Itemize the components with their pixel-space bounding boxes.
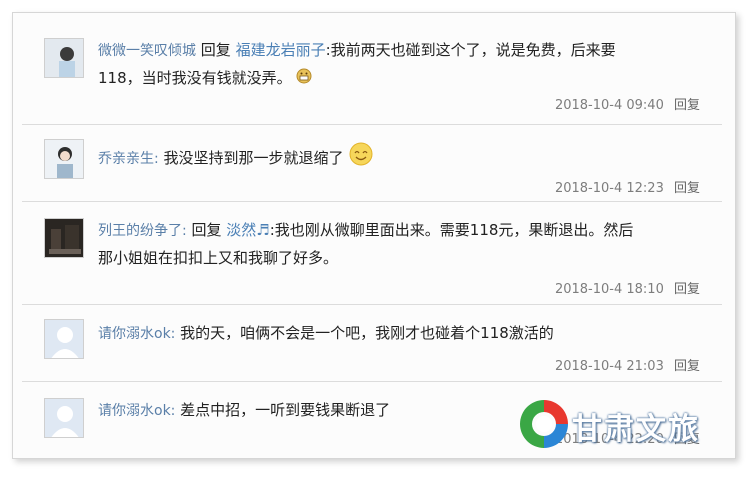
timestamp: 2018-10-4 12:23 [554,181,664,196]
avatar[interactable] [44,38,84,78]
comment-body: 我没坚持到那一步就退缩了 [163,149,344,167]
comment-text: 微微一笑叹倾城 回复 福建龙岩丽子:我前两天也碰到这个了，说是免费，后来要 [98,36,692,65]
timestamp: 2018-10-4 18:10 [554,282,664,297]
comment-item: 请你溺水ok: 我的天，咱俩不会是一个吧，我刚才也碰着个118激活的 2018-… [22,305,722,382]
comment-meta: 2018-10-4 09:40 回复 [555,94,700,113]
user-photo-icon [45,219,83,257]
comment-item: 微微一笑叹倾城 回复 福建龙岩丽子:我前两天也碰到这个了，说是免费，后来要 11… [22,22,722,125]
comment-meta: 2018-10-4 18:10 回复 [555,278,700,297]
comment-text: 列王的纷争了: 回复 淡然♬:我也刚从微聊里面出来。需要118元，果断退出。然后 [98,216,692,245]
brand-swirl-icon [520,400,568,448]
watermark-logo: 甘肃文旅 [516,394,728,454]
comment-item: 列王的纷争了: 回复 淡然♬:我也刚从微聊里面出来。需要118元，果断退出。然后… [22,202,722,305]
avatar[interactable] [44,319,84,359]
reply-prefix: 回复 [200,41,231,59]
avatar[interactable] [44,398,84,438]
timestamp: 2018-10-4 09:40 [554,98,664,113]
username-link[interactable]: 请你溺水ok: [98,326,175,342]
comment-text-cont: 那小姐姐在扣扣上又和我聊了好多。 [98,244,692,272]
smile-emoji-icon [348,141,374,176]
comment-body: 差点中招，一听到要钱果断退了 [180,401,391,419]
user-photo-icon [45,39,83,77]
username-link[interactable]: 列王的纷争了: [98,223,187,239]
comment-body: 118，当时我没有钱就没弄。 [98,69,292,87]
comment-text-cont: 118，当时我没有钱就没弄。 [98,64,692,93]
username-link[interactable]: 请你溺水ok: [98,403,175,419]
comment-body: 那小姐姐在扣扣上又和我聊了好多。 [98,249,339,267]
comment-body: 我的天，咱俩不会是一个吧，我刚才也碰着个118激活的 [180,324,554,342]
comment-text: 乔亲亲生: 我没坚持到那一步就退缩了 [98,141,692,176]
reply-button[interactable]: 回复 [674,181,700,196]
reply-target-link[interactable]: 淡然♬ [226,221,269,239]
avatar[interactable] [44,139,84,179]
reply-button[interactable]: 回复 [674,98,700,113]
user-photo-icon [45,140,83,178]
comment-list: 微微一笑叹倾城 回复 福建龙岩丽子:我前两天也碰到这个了，说是免费，后来要 11… [22,22,722,458]
reply-prefix: 回复 [191,221,222,239]
username-link[interactable]: 微微一笑叹倾城 [98,43,196,59]
username-link[interactable]: 乔亲亲生: [98,151,159,167]
comment-meta: 2018-10-4 12:23 回复 [555,177,700,196]
timestamp: 2018-10-4 21:03 [554,359,664,374]
avatar[interactable] [44,218,84,258]
reply-button[interactable]: 回复 [674,359,700,374]
comment-text: 请你溺水ok: 我的天，咱俩不会是一个吧，我刚才也碰着个118激活的 [98,319,692,348]
comment-body: :我也刚从微聊里面出来。需要118元，果断退出。然后 [269,221,634,239]
default-avatar-icon [45,399,83,437]
comment-meta: 2018-10-4 21:03 回复 [555,355,700,374]
reply-target-link[interactable]: 福建龙岩丽子 [236,41,326,59]
comment-item: 乔亲亲生: 我没坚持到那一步就退缩了 2018-10-4 12:23 回复 [22,125,722,202]
comment-body: :我前两天也碰到这个了，说是免费，后来要 [325,41,616,59]
reply-button[interactable]: 回复 [674,282,700,297]
watermark-text: 甘肃文旅 [572,412,700,447]
default-avatar-icon [45,320,83,358]
grimace-emoji-icon [296,65,312,93]
